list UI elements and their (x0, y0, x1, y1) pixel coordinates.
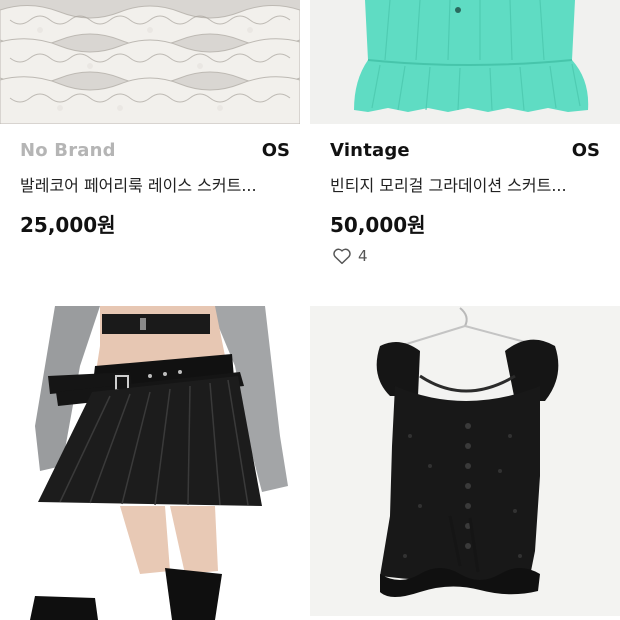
product-price: 25,000원 (20, 213, 116, 237)
product-card-black-top[interactable] (310, 306, 620, 620)
mint-skirt-photo (310, 0, 620, 124)
size-label: OS (571, 140, 600, 161)
product-price: 50,000원 (330, 213, 426, 237)
product-card-mint-skirt[interactable]: Vintage OS 빈티지 모리걸 그라데이션 스커트... 50,000원 … (310, 0, 620, 270)
brand-label: No Brand (20, 140, 116, 161)
black-eyelet-ruffle-top-photo (310, 306, 620, 616)
lace-skirt-photo (0, 0, 300, 124)
product-title[interactable]: 빈티지 모리걸 그라데이션 스커트... (330, 172, 600, 196)
product-image-mint-skirt[interactable] (310, 0, 620, 124)
product-image-lace-skirt[interactable] (0, 0, 300, 124)
product-title[interactable]: 발레코어 페어리룩 레이스 스커트... (20, 172, 290, 196)
product-image-black-top[interactable] (310, 306, 620, 616)
product-image-black-skirt[interactable] (0, 306, 300, 620)
product-card-black-skirt[interactable] (0, 306, 300, 620)
product-card-lace-skirt[interactable]: No Brand OS 발레코어 페어리룩 레이스 스커트... 25,000원 (0, 0, 300, 240)
size-label: OS (261, 140, 290, 161)
black-pleated-belted-skirt-photo (0, 306, 300, 620)
heart-outline-icon (333, 248, 351, 265)
product-grid: No Brand OS 발레코어 페어리룩 레이스 스커트... 25,000원 (0, 0, 620, 620)
brand-label: Vintage (330, 140, 410, 161)
likes-count[interactable]: 4 (332, 245, 368, 267)
likes-value: 4 (358, 247, 368, 265)
